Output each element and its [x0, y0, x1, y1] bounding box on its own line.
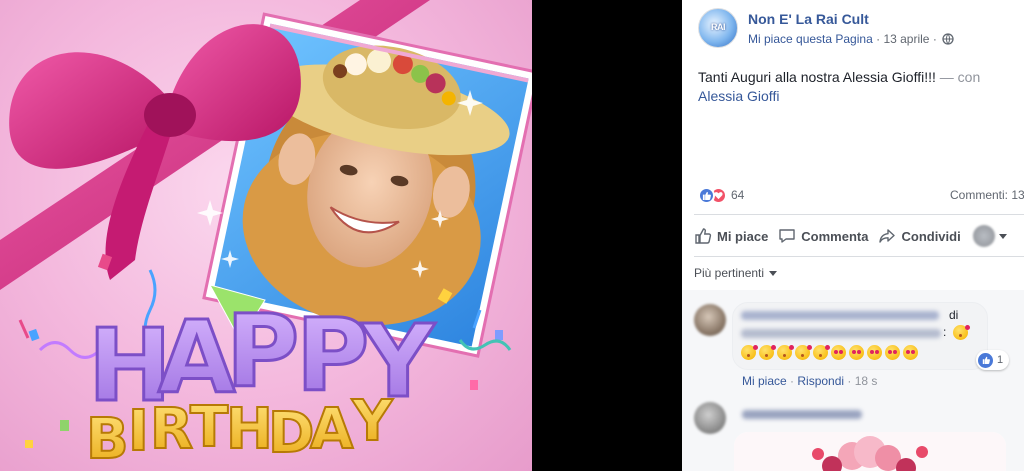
comment-like-count: 1: [997, 354, 1004, 366]
heart-eyes-emoji-icon: [885, 345, 900, 360]
comment-icon: [779, 229, 795, 243]
post-meta: Mi piace questa Pagina · 13 aprile ·: [748, 32, 954, 48]
reaction-count: 64: [731, 188, 745, 202]
heart-eyes-emoji-icon: [831, 345, 846, 360]
comment-text-fragment: di: [949, 308, 959, 322]
blurred-comment-text: [741, 311, 939, 320]
viewer-gap: [532, 0, 682, 471]
caret-down-icon[interactable]: [998, 233, 1007, 239]
commenter-avatar[interactable]: [694, 402, 726, 434]
page-name-link[interactable]: Non E' La Rai Cult: [748, 11, 869, 27]
kiss-emoji-icon: [795, 345, 812, 360]
post-date[interactable]: 13 aprile: [883, 32, 929, 46]
letter-birthday-1: B: [86, 407, 129, 471]
blurred-commenter-name: [742, 410, 862, 419]
letter-birthday-6: D: [268, 401, 314, 466]
kiss-emoji-icon: [741, 345, 758, 360]
caret-down-icon: [769, 270, 778, 276]
like-reaction-icon: [978, 352, 993, 368]
actor-avatar[interactable]: [972, 225, 995, 247]
letter-birthday-3: R: [150, 397, 193, 462]
flower-sticker-image: [734, 432, 1006, 471]
birthday-lettering: B I R T H D A Y: [85, 388, 395, 471]
birthday-card-illustration: H A P P Y B I R T H D A Y: [0, 0, 532, 471]
avatar-logo-text: RAI: [711, 22, 726, 32]
kiss-emoji-icon: [759, 345, 776, 360]
divider: [694, 256, 1024, 257]
share-button[interactable]: Condividi: [878, 227, 961, 245]
action-separator: ·: [844, 374, 855, 388]
meta-separator-2: ·: [932, 32, 937, 46]
meta-separator: ·: [876, 32, 881, 46]
like-page-link[interactable]: Mi piace questa Pagina: [748, 32, 873, 46]
post-message: Tanti Auguri alla nostra Alessia Gioffi!…: [698, 68, 1024, 106]
comment-reply-link[interactable]: Rispondi: [797, 374, 844, 388]
commenter-avatar[interactable]: [694, 304, 726, 336]
comment-sort-dropdown[interactable]: Più pertinenti: [694, 266, 778, 280]
letter-birthday-7: A: [310, 397, 354, 462]
kiss-emoji-icon: [953, 325, 970, 340]
like-button[interactable]: Mi piace: [694, 227, 768, 245]
share-icon: [879, 229, 896, 243]
comment-sort-label: Più pertinenti: [694, 266, 765, 280]
post-message-text: Tanti Auguri alla nostra Alessia Gioffi!…: [698, 69, 936, 85]
kiss-emoji-icon: [777, 345, 794, 360]
like-reaction-icon: [698, 186, 715, 204]
comment-image[interactable]: [734, 432, 1006, 471]
post-photo[interactable]: H A P P Y B I R T H D A Y: [0, 0, 532, 471]
comment-text-fragment: :: [943, 325, 947, 339]
comment-button-label: Commenta: [801, 228, 869, 244]
action-separator: ·: [786, 374, 798, 388]
tagged-person-link[interactable]: Alessia Gioffi: [698, 88, 779, 104]
emoji-row: [741, 345, 921, 360]
blurred-comment-text: [741, 329, 941, 338]
heart-eyes-emoji-icon: [849, 345, 864, 360]
comment-timestamp[interactable]: 18 s: [855, 374, 878, 388]
letter-birthday-8: Y: [351, 389, 394, 454]
comment-like-link[interactable]: Mi piace: [742, 374, 787, 388]
globe-icon: [942, 33, 954, 48]
letter-birthday-4: T: [190, 395, 228, 460]
comments-section: di : 1 Mi piace · Rispondi · 18 s: [682, 290, 1024, 471]
comment-bubble: di :: [732, 302, 988, 370]
heart-eyes-emoji-icon: [903, 345, 918, 360]
letter-birthday-2: I: [128, 399, 149, 464]
letter-happy-3: P: [226, 293, 299, 410]
post-sidebar: RAI Non E' La Rai Cult Mi piace questa P…: [682, 0, 1024, 471]
heart-eyes-emoji-icon: [867, 345, 882, 360]
share-button-label: Condividi: [901, 228, 961, 244]
kiss-emoji-icon: [813, 345, 830, 360]
like-button-label: Mi piace: [717, 228, 769, 244]
comment-reaction-badge[interactable]: 1: [976, 350, 1010, 370]
page-avatar[interactable]: RAI: [698, 8, 738, 48]
comments-count-link[interactable]: Commenti: 13: [950, 188, 1024, 202]
comment-button[interactable]: Commenta: [778, 227, 868, 245]
reactions-summary[interactable]: 64: [698, 186, 744, 204]
comment-actions: Mi piace · Rispondi · 18 s: [742, 374, 877, 388]
with-label: — con: [939, 69, 981, 85]
divider: [694, 214, 1024, 215]
thumbs-up-icon: [695, 228, 712, 244]
post-action-bar: Mi piace Commenta Condividi: [694, 222, 1024, 250]
letter-birthday-5: H: [226, 397, 273, 462]
